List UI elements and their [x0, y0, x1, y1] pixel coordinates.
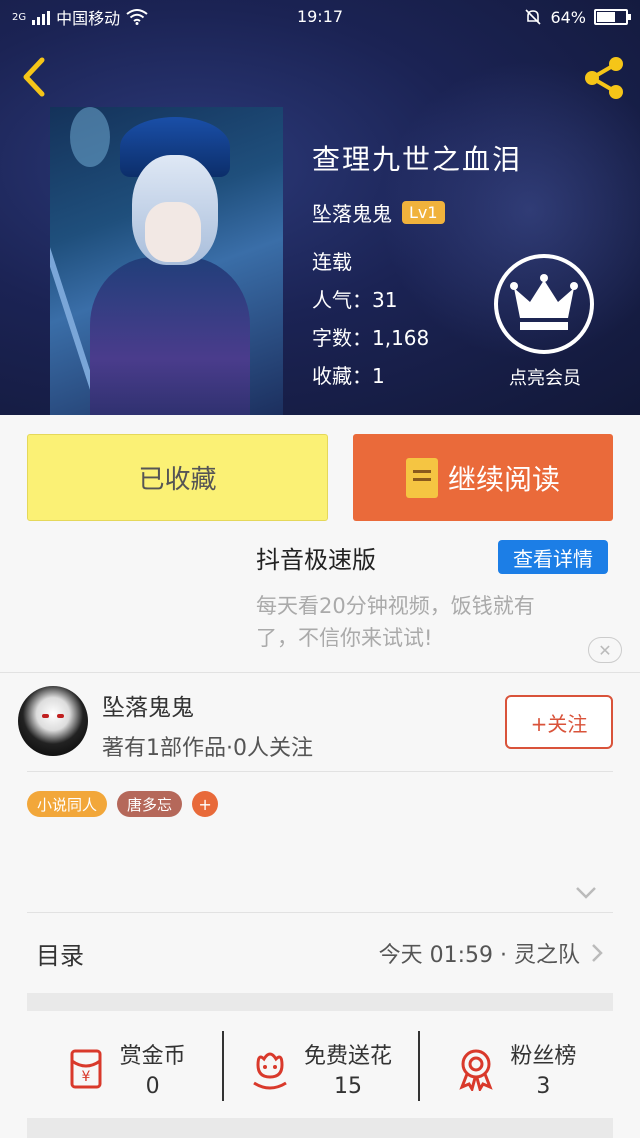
- ad-close-button[interactable]: ✕: [588, 637, 622, 663]
- flower-icon: [253, 1052, 287, 1089]
- status-bar: 2G 中国移动 19:17 64%: [0, 0, 640, 34]
- book-cover-image[interactable]: [50, 107, 283, 415]
- section-separator: [27, 993, 613, 1011]
- author-card-name[interactable]: 坠落鬼鬼: [102, 688, 194, 722]
- book-icon: [405, 457, 438, 498]
- catalog-row[interactable]: 目录 今天 01:59 · 灵之队: [0, 913, 640, 993]
- tag-item[interactable]: 小说同人: [27, 791, 108, 817]
- ad-description-line-1: 每天看20分钟视频，饭钱就有: [256, 594, 535, 618]
- book-status: 连载: [312, 250, 352, 274]
- ad-details-button[interactable]: 查看详情: [498, 540, 608, 574]
- book-author-name[interactable]: 坠落鬼鬼: [312, 198, 392, 227]
- stat-value: 0: [145, 1074, 160, 1099]
- battery-fill: [597, 12, 615, 22]
- popularity-value: 31: [372, 288, 398, 312]
- stat-value: 15: [333, 1074, 362, 1099]
- svg-text:¥: ¥: [81, 1069, 90, 1085]
- chevron-right-icon: [592, 944, 603, 962]
- stat-text: 赏金币 0: [120, 1038, 186, 1099]
- stat-value: 3: [536, 1074, 551, 1099]
- word-count-value: 1,168: [372, 326, 430, 350]
- stats-bar: ¥ 赏金币 0 免费送花 15 粉丝榜 3: [27, 1021, 613, 1116]
- battery-icon: [594, 9, 631, 25]
- book-popularity: 人气：31: [312, 284, 397, 313]
- catalog-latest-update: 今天 01:59 · 灵之队: [378, 943, 580, 968]
- collected-button[interactable]: 已收藏: [27, 434, 328, 521]
- fans-ranking-button[interactable]: 粉丝榜 3: [417, 1021, 613, 1116]
- ad-description[interactable]: 每天看20分钟视频，饭钱就有 了，不信你来试试!: [256, 590, 596, 654]
- book-title: 查理九世之血泪: [312, 143, 523, 176]
- book-header: 2G 中国移动 19:17 64% 查理九世之血泪 坠落鬼鬼 Lv1 连载 人气…: [0, 0, 640, 415]
- favorites-label: 收藏：: [312, 364, 372, 388]
- chevron-left-icon: [23, 57, 45, 97]
- book-author-row[interactable]: 坠落鬼鬼 Lv1: [312, 198, 445, 227]
- word-count-label: 字数：: [312, 326, 372, 350]
- favorites-value: 1: [372, 364, 385, 388]
- ad-title[interactable]: 抖音极速版: [256, 540, 376, 575]
- author-avatar[interactable]: [18, 686, 88, 756]
- book-favorites: 收藏：1: [312, 360, 385, 389]
- book-word-count: 字数：1,168: [312, 322, 429, 351]
- popularity-label: 人气：: [312, 288, 372, 312]
- chevron-down-icon[interactable]: [575, 885, 597, 901]
- stat-text: 粉丝榜 3: [510, 1038, 576, 1099]
- tag-list: 小说同人 唐多忘 +: [27, 791, 219, 817]
- stat-text: 免费送花 15: [304, 1038, 392, 1099]
- stat-label: 粉丝榜: [510, 1044, 577, 1069]
- medal-icon: [459, 1049, 493, 1091]
- author-card-stats: 著有1部作品·0人关注: [102, 736, 313, 761]
- continue-reading-button[interactable]: 继续阅读: [353, 434, 613, 521]
- follow-button[interactable]: +关注: [505, 695, 613, 749]
- section-separator: [27, 1118, 613, 1138]
- ad-description-line-2: 了，不信你来试试!: [256, 626, 433, 650]
- author-level-badge: Lv1: [402, 201, 445, 224]
- crown-icon: [510, 274, 578, 330]
- send-flowers-button[interactable]: 免费送花 15: [222, 1021, 417, 1116]
- divider: [27, 771, 613, 772]
- reward-coins-button[interactable]: ¥ 赏金币 0: [27, 1021, 222, 1116]
- vip-button[interactable]: [494, 254, 594, 354]
- back-button[interactable]: [14, 52, 58, 102]
- share-button[interactable]: [578, 52, 630, 102]
- tag-item[interactable]: 唐多忘: [117, 791, 183, 817]
- stat-label: 赏金币: [119, 1044, 186, 1069]
- red-envelope-icon: ¥: [70, 1049, 102, 1088]
- catalog-label: 目录: [36, 941, 84, 970]
- vip-label[interactable]: 点亮会员: [486, 364, 604, 390]
- share-icon: [585, 57, 623, 99]
- divider: [0, 672, 640, 673]
- continue-reading-label: 继续阅读: [447, 462, 560, 496]
- status-time: 19:17: [296, 7, 344, 26]
- add-tag-button[interactable]: +: [192, 791, 219, 817]
- stat-label: 免费送花: [303, 1044, 392, 1069]
